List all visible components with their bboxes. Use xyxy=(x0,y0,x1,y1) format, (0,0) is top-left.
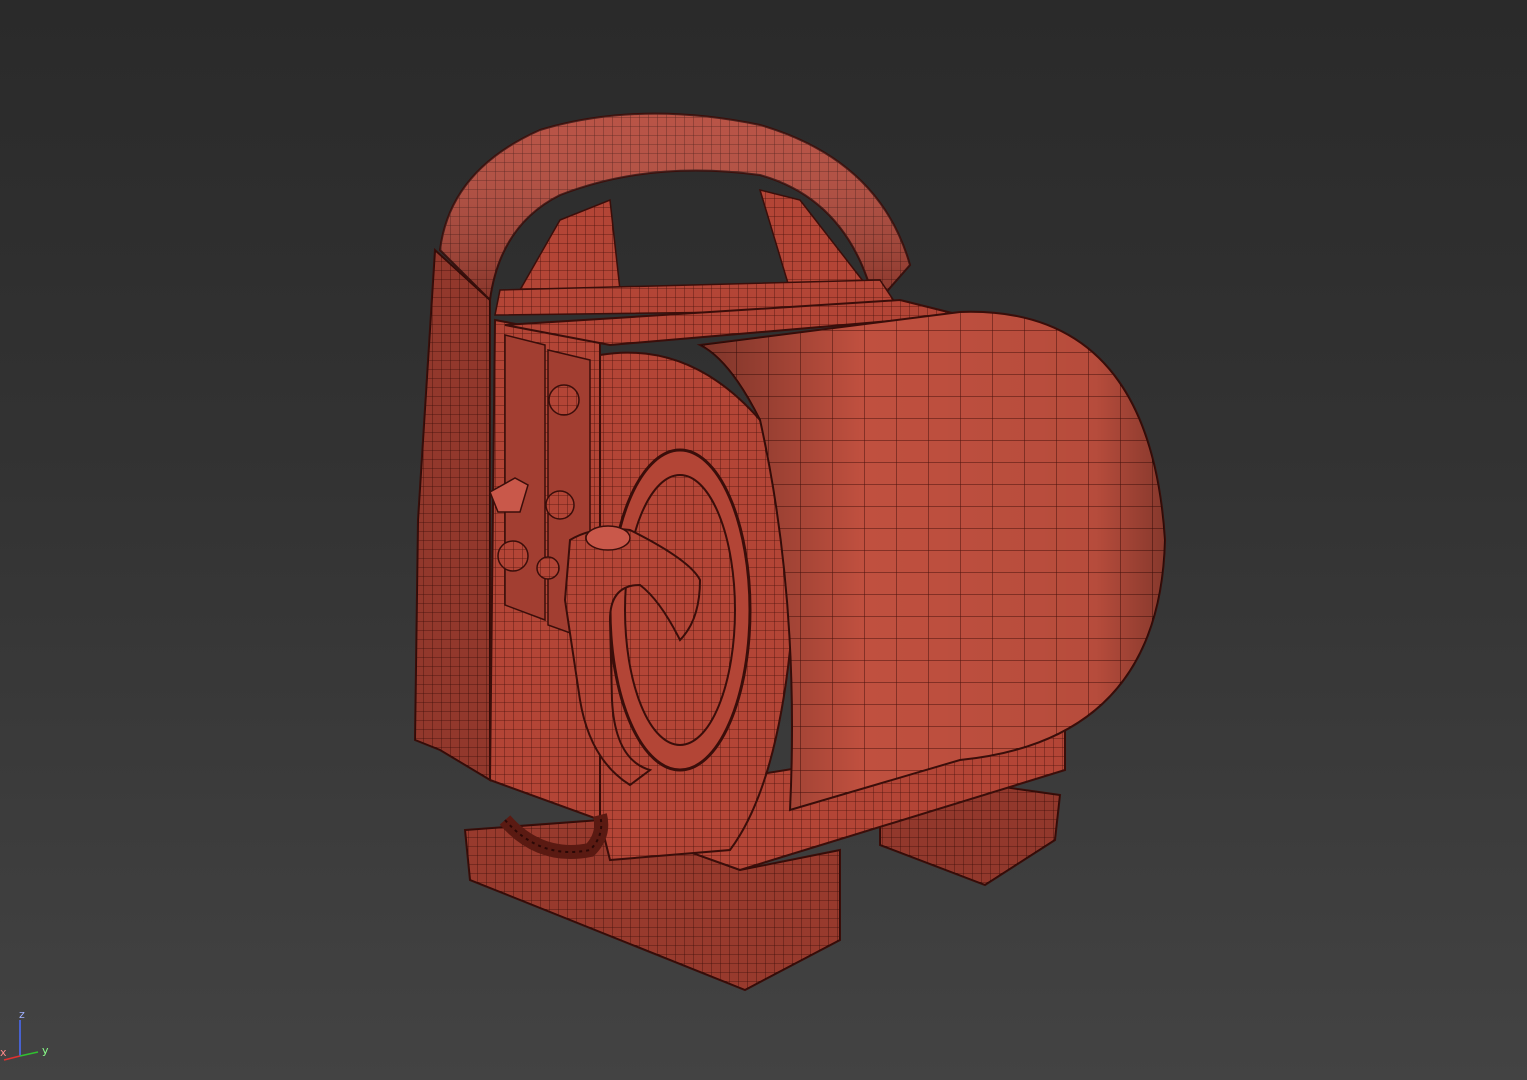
dial-3 xyxy=(497,540,529,572)
y-axis-label: y xyxy=(42,1044,49,1057)
dial-2 xyxy=(545,490,575,520)
z-axis-label: z xyxy=(19,1008,25,1021)
x-axis-label: x xyxy=(0,1046,7,1059)
y-axis-line xyxy=(19,1051,39,1057)
back-panel xyxy=(413,247,491,782)
handle-arch xyxy=(438,112,912,316)
dial-1 xyxy=(548,384,580,416)
dial-4 xyxy=(536,556,560,580)
axis-gizmo: z x y xyxy=(0,1008,49,1061)
3d-viewport[interactable]: z x y xyxy=(0,0,1527,1080)
wireframe-model-render xyxy=(413,112,1167,992)
